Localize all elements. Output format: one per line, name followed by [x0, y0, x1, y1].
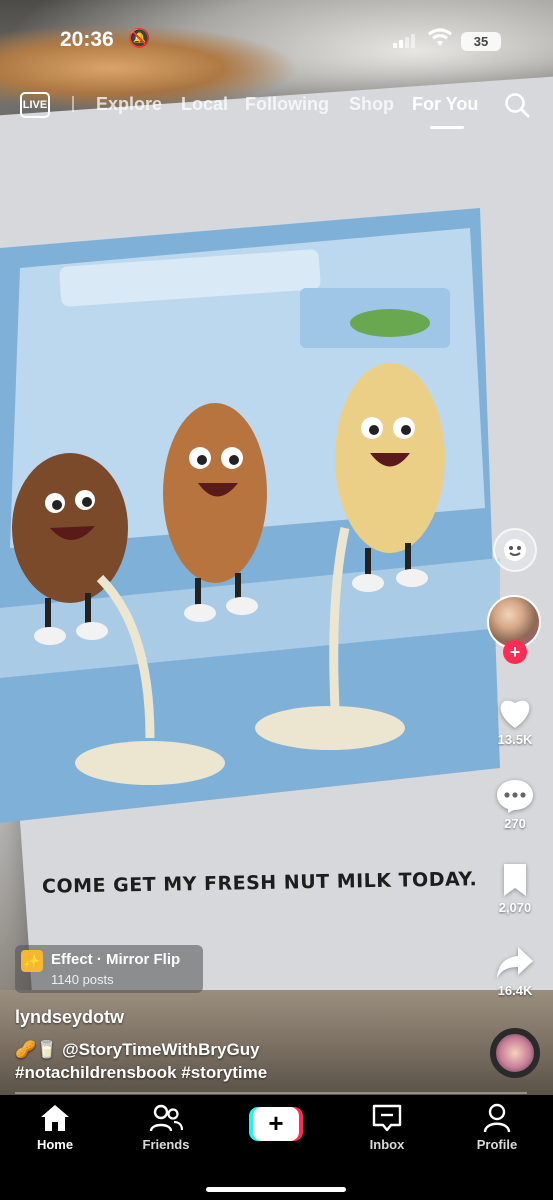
hashtags[interactable]: #notachildrensbook #storytime [15, 1063, 267, 1083]
caption-line-1: 🥜🥛 @StoryTimeWithBryGuy [15, 1040, 260, 1060]
comment-icon [497, 780, 533, 813]
video-player[interactable]: COME GET MY FRESH NUT MILK TODAY. [0, 0, 553, 1095]
bell-slash-icon: 🔕 [128, 28, 151, 48]
face-effect-icon[interactable] [493, 528, 537, 572]
active-tab-indicator [430, 126, 464, 129]
peanut-icon: 🥜 [15, 1040, 37, 1059]
tab-profile-label: Profile [476, 1137, 518, 1152]
tab-home[interactable]: Home [15, 1103, 95, 1152]
music-disc[interactable] [490, 1028, 540, 1078]
inbox-icon [372, 1104, 402, 1132]
tab-shop[interactable]: Shop [349, 94, 394, 115]
tab-for-you[interactable]: For You [412, 94, 478, 115]
live-button[interactable]: LIVE [20, 92, 50, 118]
home-icon [41, 1105, 69, 1131]
effect-chip[interactable]: ✨ Effect · Mirror Flip 1140 posts [15, 945, 203, 993]
divider [72, 96, 74, 112]
follow-button[interactable]: + [503, 640, 527, 664]
save-button[interactable]: 2,070 [485, 862, 545, 915]
share-arrow-icon [497, 947, 533, 978]
tab-friends-label: Friends [142, 1137, 190, 1152]
status-time: 20:36 [60, 28, 114, 51]
tab-inbox[interactable]: Inbox [347, 1103, 427, 1152]
effect-post-count: 1140 posts [51, 972, 114, 987]
save-count: 2,070 [498, 900, 532, 915]
tab-inbox-label: Inbox [369, 1137, 405, 1152]
milk-glass-icon: 🥛 [36, 1040, 58, 1059]
top-navigation: LIVE Explore Local Following Shop For Yo… [0, 86, 553, 130]
tab-home-label: Home [36, 1137, 74, 1152]
heart-icon [500, 700, 530, 728]
search-icon[interactable] [504, 92, 530, 118]
profile-icon [483, 1103, 511, 1133]
share-count: 16.4K [497, 983, 533, 998]
tab-following[interactable]: Following [245, 94, 329, 115]
tab-friends[interactable]: Friends [126, 1103, 206, 1152]
status-bar: 20:36 🔕 35 [0, 22, 553, 62]
mention-link[interactable]: @StoryTimeWithBryGuy [62, 1040, 259, 1059]
video-progress-bar[interactable] [15, 1092, 527, 1094]
create-button[interactable]: + [249, 1107, 303, 1141]
like-button[interactable]: 13.5K [485, 694, 545, 747]
bottom-tab-bar: Home Friends + Inbox Profile [0, 1097, 553, 1200]
like-count: 13.5K [497, 732, 533, 747]
tab-explore[interactable]: Explore [96, 94, 162, 115]
battery-indicator: 35 [461, 32, 501, 51]
wifi-icon [428, 28, 452, 54]
bookmark-icon [504, 864, 526, 896]
comment-button[interactable]: 270 [485, 778, 545, 831]
book-illustration [0, 208, 500, 823]
comment-count: 270 [504, 816, 526, 831]
home-indicator [206, 1187, 346, 1192]
plus-icon: + [253, 1107, 299, 1141]
tab-local[interactable]: Local [181, 94, 228, 115]
friends-icon [149, 1104, 183, 1132]
sparkle-icon: ✨ [21, 950, 43, 972]
tab-profile[interactable]: Profile [457, 1103, 537, 1152]
creator-username[interactable]: lyndseydotw [15, 1007, 124, 1028]
cellular-signal-icon [393, 34, 419, 48]
effect-name: Effect · Mirror Flip [51, 951, 181, 968]
share-button[interactable]: 16.4K [485, 945, 545, 998]
